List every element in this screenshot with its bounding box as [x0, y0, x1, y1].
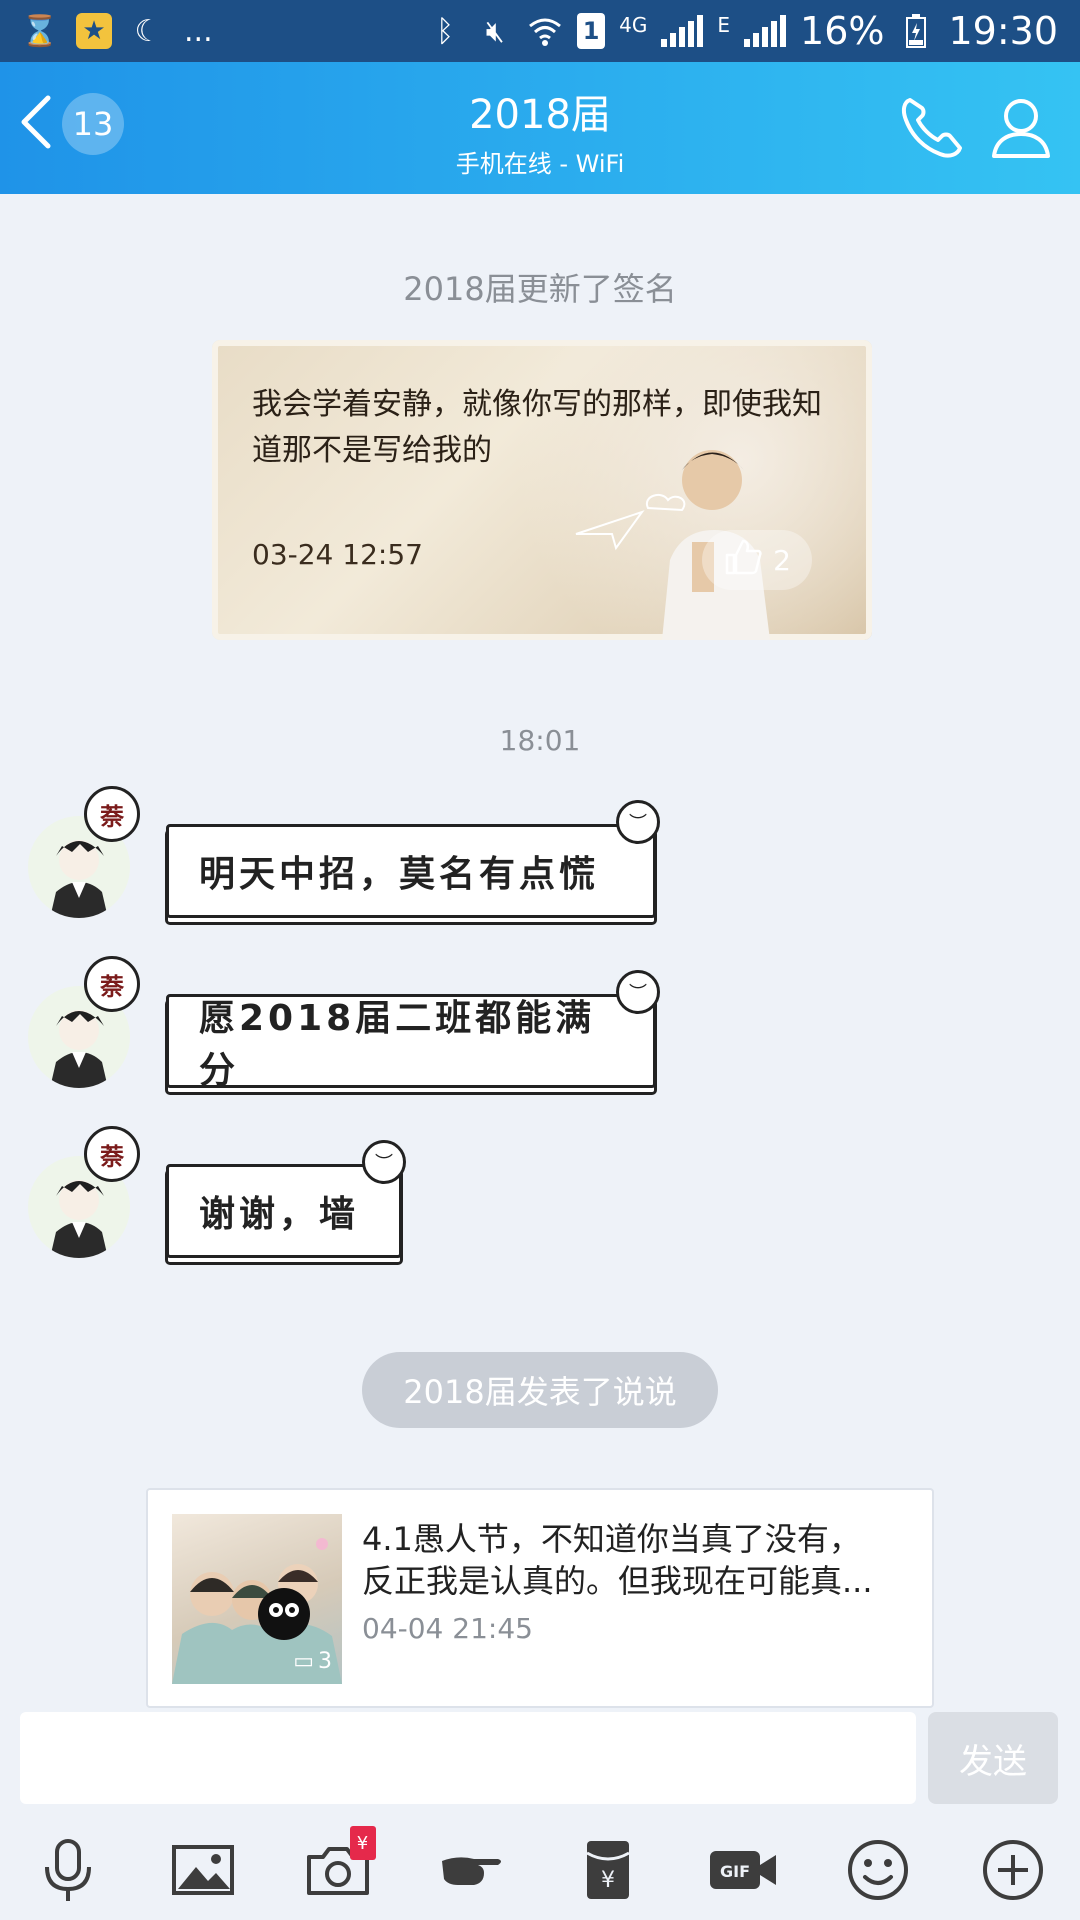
red-packet-icon: ¥: [585, 1841, 630, 1899]
post-line-1: 4.1愚人节，不知道你当真了没有，: [362, 1520, 861, 1558]
message-bubble[interactable]: 谢谢，墙: [166, 1164, 402, 1258]
phone-icon: [901, 98, 962, 158]
mute-icon: 🔇︎: [485, 13, 505, 49]
photo-count: ▭ 3: [293, 1649, 332, 1674]
photo-count-value: 3: [318, 1649, 332, 1674]
battery-percent: 16%: [800, 9, 885, 53]
signature-text: 我会学着安静，就像你写的那样，即使我知道那不是写给我的: [252, 387, 822, 468]
message-input[interactable]: [20, 1712, 916, 1804]
emoji-button[interactable]: [838, 1830, 918, 1910]
time-divider: 18:01: [499, 724, 581, 757]
post-thumbnail: ▭ 3: [172, 1514, 342, 1684]
bluetooth-icon: ᛒ: [436, 13, 455, 49]
chat-title-block[interactable]: 2018届 手机在线 - WiFi: [240, 82, 840, 179]
phone-call-button[interactable]: [896, 92, 966, 162]
back-button[interactable]: 13: [16, 92, 124, 156]
chat-header: 13 2018届 手机在线 - WiFi: [0, 62, 1080, 194]
emoji-icon: [847, 1840, 908, 1900]
profile-button[interactable]: [986, 92, 1056, 162]
photo-stack-icon: ▭: [293, 1649, 314, 1674]
unread-badge: 13: [62, 93, 124, 155]
post-line-2: 反正我是认真的。但我现在可能真...: [362, 1562, 873, 1600]
person-icon: [992, 99, 1050, 158]
signature-notice: 2018届更新了签名: [403, 270, 677, 308]
composer: 发送: [0, 1710, 1080, 1810]
network-type-2: E: [717, 13, 731, 37]
hourglass-icon: ⌛: [21, 13, 59, 49]
avatar-tag: 萘: [84, 786, 140, 842]
chevron-left-icon: [16, 92, 56, 156]
svg-text:¥: ¥: [601, 1868, 615, 1893]
send-button[interactable]: 发送: [928, 1712, 1058, 1804]
gif-icon: GIF: [709, 1851, 776, 1889]
online-status: 手机在线 - WiFi: [455, 150, 625, 178]
moon-app-icon: ☾: [134, 13, 162, 49]
like-count: 2: [773, 543, 791, 577]
chat-title: 2018届: [469, 92, 611, 138]
poke-icon: [441, 1857, 501, 1885]
thumbs-up-icon: [723, 537, 763, 584]
paper-plane-doodle: [575, 493, 686, 551]
image-button[interactable]: [163, 1830, 243, 1910]
message-row: 萘 愿2018届二班都能满分 ︶: [0, 956, 1080, 1106]
red-packet-badge: ¥: [349, 1826, 376, 1860]
camera-button[interactable]: ¥: [298, 1826, 378, 1910]
post-text: 4.1愚人节，不知道你当真了没有， 反正我是认真的。但我现在可能真...: [362, 1518, 912, 1602]
poke-button[interactable]: [433, 1830, 513, 1910]
network-type: 4G: [619, 13, 648, 37]
mic-icon: [44, 1839, 91, 1901]
like-button[interactable]: 2: [702, 530, 812, 590]
sticker-face-icon: ︶: [616, 800, 660, 844]
status-bar: ⌛ ★ ☾ ... ᛒ 🔇︎ 1 4G E 16% 19:30: [0, 0, 1080, 62]
message-bubble[interactable]: 愿2018届二班都能满分: [166, 994, 656, 1091]
post-card[interactable]: ▭ 3 4.1愚人节，不知道你当真了没有， 反正我是认真的。但我现在可能真...…: [146, 1488, 934, 1708]
clock: 19:30: [948, 9, 1058, 53]
post-notice: 2018届发表了说说: [362, 1352, 718, 1428]
gif-button[interactable]: GIF: [703, 1830, 783, 1910]
message-row: 萘 明天中招，莫名有点慌 ︶: [0, 786, 1080, 936]
signal-icon-2: [744, 15, 787, 47]
sticker-face-icon: ︶: [616, 970, 660, 1014]
wifi-icon: [527, 13, 563, 49]
post-time: 04-04 21:45: [362, 1612, 533, 1645]
voice-button[interactable]: [28, 1830, 108, 1910]
red-packet-button[interactable]: ¥: [568, 1830, 648, 1910]
input-toolbar: ¥ ¥ GIF: [0, 1820, 1080, 1920]
svg-text:GIF: GIF: [719, 1862, 749, 1881]
more-button[interactable]: [973, 1830, 1053, 1910]
message-row: 萘 谢谢，墙 ︶: [0, 1126, 1080, 1276]
sticker-face-icon: ︶: [362, 1140, 406, 1184]
image-icon: [171, 1845, 234, 1895]
more-notifications: ...: [184, 13, 213, 49]
signature-card[interactable]: 我会学着安静，就像你写的那样，即使我知道那不是写给我的 03-24 12:57 …: [212, 340, 872, 640]
sim-icon: 1: [577, 13, 606, 49]
plus-icon: [982, 1840, 1043, 1900]
message-bubble[interactable]: 明天中招，莫名有点慌: [166, 824, 656, 918]
signal-icon: [661, 15, 704, 47]
star-app-icon: ★: [76, 13, 112, 49]
avatar-tag: 萘: [84, 1126, 140, 1182]
signature-time: 03-24 12:57: [252, 538, 423, 571]
battery-icon: [898, 13, 934, 49]
avatar-tag: 萘: [84, 956, 140, 1012]
